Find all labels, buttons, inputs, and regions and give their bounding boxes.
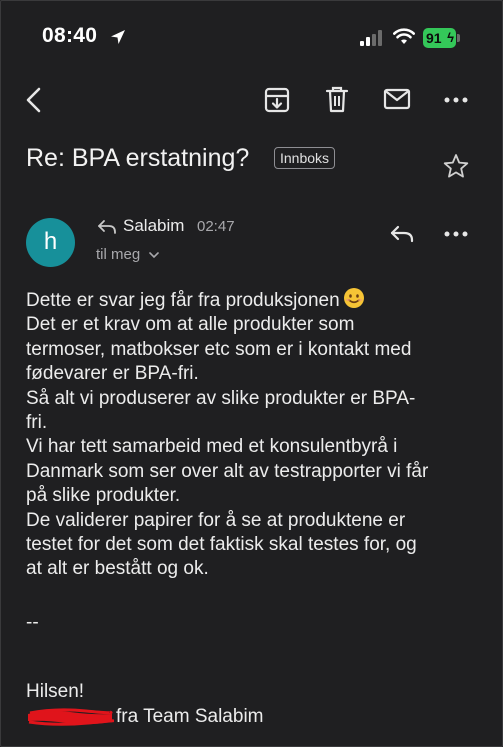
reply-icon[interactable] (389, 224, 415, 244)
archive-icon[interactable] (263, 86, 291, 114)
body-line: Danmark som ser over alt av testrapporte… (26, 460, 429, 482)
email-subject: Re: BPA erstatning? (26, 144, 250, 172)
status-time: 08:40 (42, 24, 98, 47)
wifi-icon (393, 28, 415, 44)
message-more-icon[interactable] (444, 231, 468, 237)
mail-icon[interactable] (383, 87, 411, 111)
sender-avatar[interactable]: h (26, 218, 75, 267)
chevron-down-icon[interactable] (149, 252, 159, 259)
body-line: Det er et krav om at alle produkter som (26, 314, 355, 336)
battery-nub (457, 34, 460, 42)
body-line: Så alt vi produserer av slike produkter … (26, 387, 416, 409)
body-line: fødevarer er BPA-fri. (26, 363, 199, 385)
sender-name[interactable]: Salabim (123, 216, 184, 236)
redaction-scribble (28, 708, 114, 726)
message-time: 02:47 (197, 218, 235, 235)
body-line: på slike produkter. (26, 485, 181, 507)
body-line: at alt er bestått og ok. (26, 558, 209, 580)
inbox-label-badge[interactable]: Innboks (274, 147, 336, 169)
back-chevron-icon[interactable] (22, 86, 46, 114)
body-line: fri. (26, 412, 48, 434)
replied-indicator-icon (98, 220, 116, 234)
cellular-signal-icon (360, 30, 382, 46)
signature-team: fra Team Salabim (116, 706, 264, 727)
charging-bolt-icon: ϟ (447, 30, 454, 45)
body-line: testet for det som det faktisk skal test… (26, 534, 417, 556)
message-body: Dette er svar jeg får fra produksjonen D… (26, 287, 466, 582)
body-line: De validerer papirer for å se at produkt… (26, 509, 406, 531)
signature-separator: -- (26, 612, 39, 633)
trash-icon[interactable] (325, 86, 349, 114)
body-line: Dette er svar jeg får fra produksjonen (26, 287, 466, 313)
battery-level: 91 (426, 30, 442, 46)
location-arrow-icon (111, 30, 125, 44)
signature-greeting: Hilsen! (26, 681, 85, 702)
body-line: termoser, matbokser etc som er i kontakt… (26, 338, 412, 360)
body-line: Vi har tett samarbeid med et konsulentby… (26, 436, 398, 458)
recipient-details[interactable]: til meg (96, 246, 140, 263)
star-icon[interactable] (443, 153, 469, 179)
battery-indicator: 91 ϟ (423, 28, 456, 48)
smiley-emoji-icon (343, 288, 364, 308)
more-icon[interactable] (444, 97, 468, 103)
